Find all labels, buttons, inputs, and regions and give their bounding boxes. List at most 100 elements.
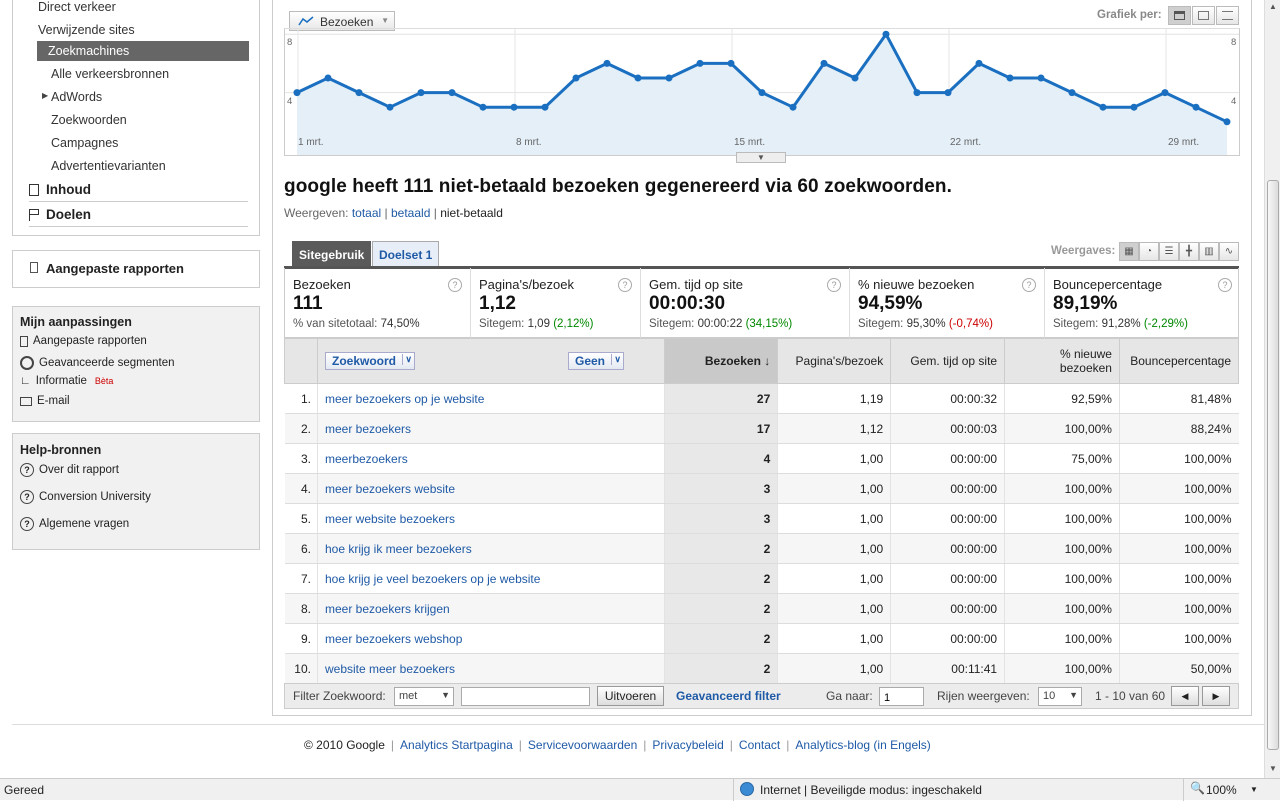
data-point[interactable] (634, 74, 642, 82)
secondary-dimension-select[interactable]: Geen ∨ (567, 352, 624, 370)
link-intelligence[interactable]: ∟ Informatie Bèta (20, 375, 113, 387)
view-performance-button[interactable]: ☰ (1159, 242, 1179, 261)
expand-arrow-icon[interactable]: ▶ (42, 91, 48, 100)
apply-filter-button[interactable]: Uitvoeren (597, 686, 664, 706)
nav-search-engines[interactable]: Zoekmachines (37, 41, 249, 61)
data-point[interactable] (1037, 74, 1045, 82)
nav-section-content[interactable]: Inhoud (29, 182, 248, 202)
footer-link-privacy[interactable]: Privacybeleid (652, 738, 723, 752)
col-header-new-visits[interactable]: % nieuwe bezoeken (1004, 338, 1120, 384)
scrollbar-thumb[interactable] (1267, 180, 1279, 750)
nav-section-goals[interactable]: Doelen (29, 207, 248, 227)
keyword-link[interactable]: hoe krijg je veel bezoekers op je websit… (325, 572, 540, 586)
data-point[interactable] (882, 30, 890, 38)
view-total-link[interactable]: totaal (352, 206, 381, 220)
help-icon[interactable]: ? (1022, 278, 1036, 292)
data-point[interactable] (603, 59, 611, 67)
dimension-select[interactable]: Zoekwoord ∨ (324, 352, 415, 370)
help-icon[interactable]: ? (827, 278, 841, 292)
help-icon[interactable]: ? (618, 278, 632, 292)
link-about-report[interactable]: ? Over dit rapport (20, 463, 119, 477)
advanced-filter-link[interactable]: Geavanceerd filter (676, 689, 781, 703)
footer-link-blog[interactable]: Analytics-blog (in Engels) (795, 738, 930, 752)
data-point[interactable] (851, 74, 859, 82)
data-point[interactable] (944, 89, 952, 97)
data-point[interactable] (479, 103, 487, 111)
data-point[interactable] (696, 59, 704, 67)
keyword-link[interactable]: meer website bezoekers (325, 512, 455, 526)
keyword-link[interactable]: meerbezoekers (325, 452, 408, 466)
graph-by-month-button[interactable] (1216, 6, 1239, 25)
keyword-link[interactable]: website meer bezoekers (325, 662, 455, 676)
tab-goal-set-1[interactable]: Doelset 1 (372, 241, 440, 267)
nav-direct-traffic[interactable]: Direct verkeer (38, 0, 116, 14)
prev-page-button[interactable]: ◀ (1171, 686, 1199, 706)
data-point[interactable] (572, 74, 580, 82)
keyword-link[interactable]: hoe krijg ik meer bezoekers (325, 542, 472, 556)
link-custom-reports[interactable]: Aangepaste rapporten (20, 335, 147, 347)
link-common-questions[interactable]: ? Algemene vragen (20, 517, 129, 531)
view-sparkline-button[interactable]: ∿ (1219, 242, 1239, 261)
view-comparison-button[interactable]: ╋ (1179, 242, 1199, 261)
scroll-up-icon[interactable]: ▲ (1269, 2, 1277, 11)
data-point[interactable] (386, 103, 394, 111)
data-point[interactable] (1192, 103, 1200, 111)
footer-link-contact[interactable]: Contact (739, 738, 780, 752)
view-pie-button[interactable]: ◔ (1139, 242, 1159, 261)
rows-per-page-select[interactable]: 10 ▼ (1038, 687, 1082, 706)
footer-link-analytics-home[interactable]: Analytics Startpagina (400, 738, 513, 752)
data-point[interactable] (1068, 89, 1076, 97)
link-advanced-segments[interactable]: Geavanceerde segmenten (20, 356, 175, 370)
data-point[interactable] (293, 89, 301, 97)
nav-all-traffic-sources[interactable]: Alle verkeersbronnen (51, 67, 169, 81)
data-point[interactable] (665, 74, 673, 82)
link-email[interactable]: E-mail (20, 395, 70, 407)
view-pivot-button[interactable]: ▥ (1199, 242, 1219, 261)
data-point[interactable] (975, 59, 983, 67)
goto-page-input[interactable] (879, 687, 924, 706)
help-icon[interactable]: ? (448, 278, 462, 292)
zoom-level[interactable]: 100% (1206, 783, 1237, 797)
filter-mode-select[interactable]: met ▼ (394, 687, 454, 706)
help-icon[interactable]: ? (1218, 278, 1232, 292)
data-point[interactable] (510, 103, 518, 111)
data-point[interactable] (324, 74, 332, 82)
data-point[interactable] (820, 59, 828, 67)
data-point[interactable] (1006, 74, 1014, 82)
keyword-link[interactable]: meer bezoekers op je website (325, 392, 484, 406)
graph-by-week-button[interactable] (1192, 6, 1215, 25)
tab-site-usage[interactable]: Sitegebruik (292, 241, 372, 267)
keyword-link[interactable]: meer bezoekers webshop (325, 632, 462, 646)
nav-ad-versions[interactable]: Advertentievarianten (51, 159, 166, 173)
security-zone[interactable]: Internet | Beveiligde modus: ingeschakel… (760, 783, 982, 797)
keyword-link[interactable]: meer bezoekers krijgen (325, 602, 450, 616)
col-header-visits[interactable]: Bezoeken ↓ (664, 338, 779, 384)
data-point[interactable] (1223, 118, 1231, 126)
nav-referring-sites[interactable]: Verwijzende sites (38, 23, 135, 37)
chevron-down-icon[interactable]: ▼ (1250, 785, 1258, 794)
custom-reports-panel[interactable]: Aangepaste rapporten (12, 250, 260, 288)
data-point[interactable] (758, 89, 766, 97)
data-point[interactable] (1161, 89, 1169, 97)
col-header-avg-time[interactable]: Gem. tijd op site (890, 338, 1006, 384)
scroll-down-icon[interactable]: ▼ (1269, 764, 1277, 773)
nav-adwords[interactable]: AdWords (51, 90, 102, 104)
vertical-scrollbar[interactable]: ▲ ▼ (1264, 0, 1280, 778)
view-paid-link[interactable]: betaald (391, 206, 430, 220)
nav-keywords[interactable]: Zoekwoorden (51, 113, 127, 127)
filter-input[interactable] (461, 687, 590, 706)
data-point[interactable] (448, 89, 456, 97)
link-conversion-university[interactable]: ? Conversion University (20, 490, 151, 504)
view-table-button[interactable]: ▦ (1119, 242, 1139, 261)
data-point[interactable] (541, 103, 549, 111)
col-header-pages-per-visit[interactable]: Pagina's/bezoek (777, 338, 892, 384)
next-page-button[interactable]: ▶ (1202, 686, 1230, 706)
footer-link-terms[interactable]: Servicevoorwaarden (528, 738, 637, 752)
keyword-link[interactable]: meer bezoekers (325, 422, 411, 436)
data-point[interactable] (417, 89, 425, 97)
data-point[interactable] (355, 89, 363, 97)
collapse-chart-handle[interactable]: ▼ (736, 152, 786, 163)
data-point[interactable] (913, 89, 921, 97)
col-header-bounce-rate[interactable]: Bouncepercentage (1118, 338, 1240, 384)
graph-by-day-button[interactable] (1168, 6, 1191, 25)
